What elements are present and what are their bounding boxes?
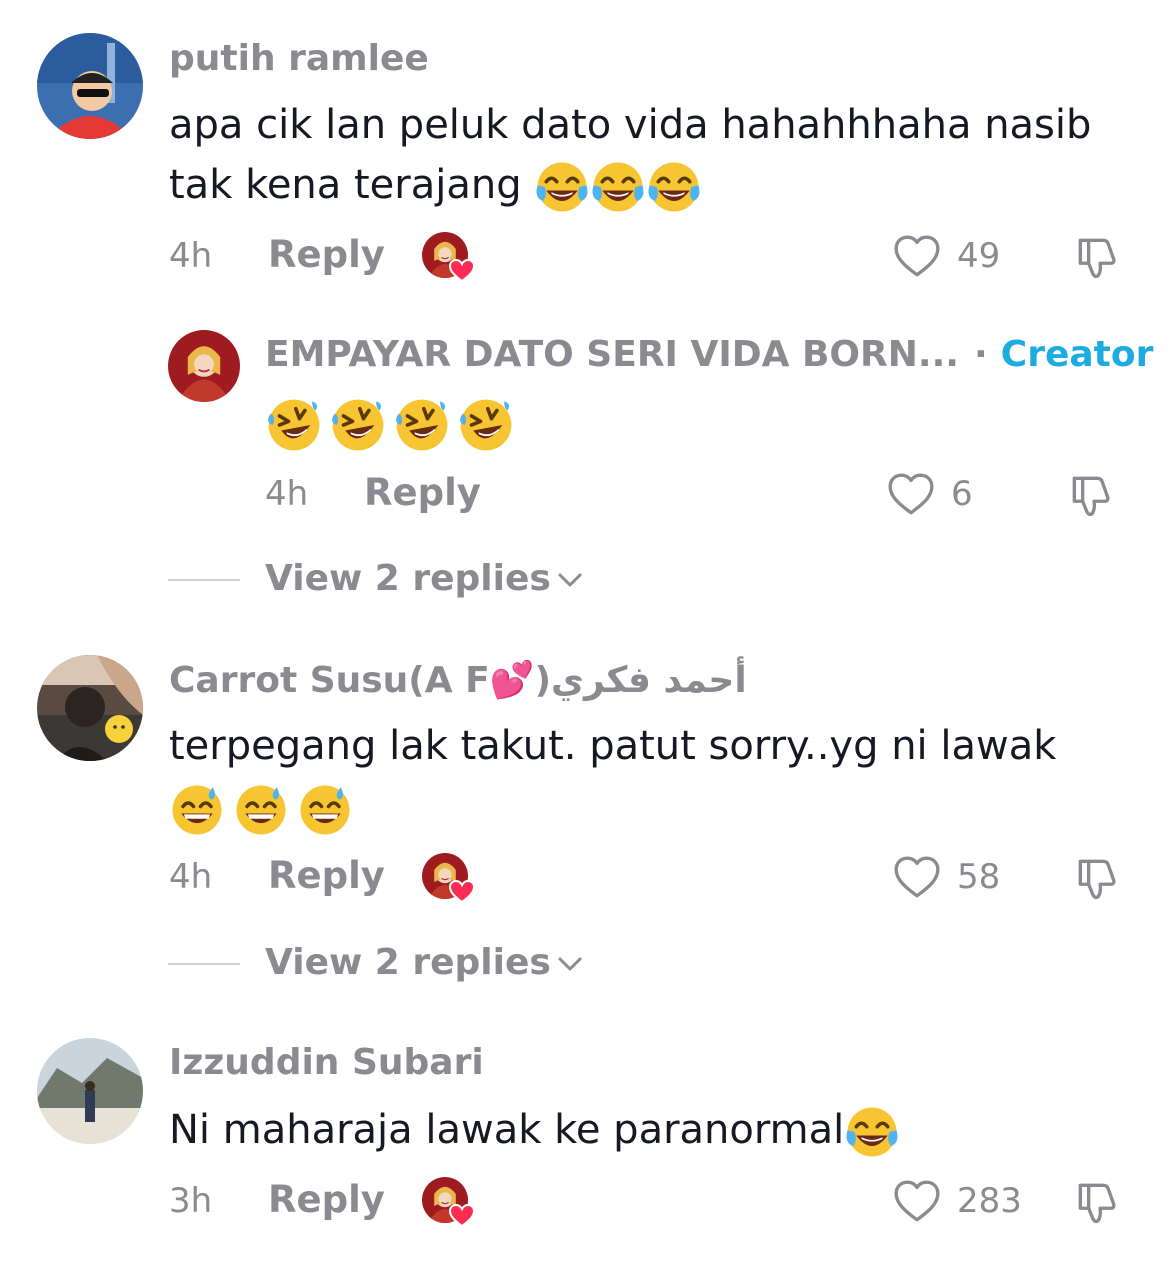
like-count: 58	[957, 857, 1001, 897]
divider-line	[168, 579, 240, 581]
creator-liked-icon	[421, 1176, 477, 1228]
dislike-icon[interactable]	[1072, 1177, 1122, 1227]
reply-button[interactable]: Reply	[268, 854, 385, 897]
like-count: 283	[957, 1181, 1022, 1221]
chevron-down-icon	[558, 957, 582, 971]
rolling-on-floor-laughing-icon	[329, 396, 387, 454]
comment-username[interactable]: Izzuddin Subari	[169, 1042, 484, 1083]
creator-liked-icon	[421, 231, 477, 283]
avatar[interactable]	[37, 655, 143, 761]
comment-username[interactable]: EMPAYAR DATO SERI VIDA BORN...	[265, 334, 959, 375]
comment-text-fragment: Ni maharaja lawak ke paranormal	[169, 1107, 845, 1153]
like-count: 6	[951, 474, 973, 514]
like-count: 49	[957, 236, 1001, 276]
reply-button[interactable]: Reply	[364, 471, 481, 514]
comment-time: 4h	[265, 474, 309, 514]
grinning-face-with-sweat-icon	[169, 782, 225, 838]
reply-header: EMPAYAR DATO SERI VIDA BORN... · Creator	[265, 334, 1153, 375]
avatar[interactable]	[37, 33, 143, 139]
rolling-on-floor-laughing-icon	[457, 396, 515, 454]
comment-text: apa cik lan peluk dato vida hahahhhaha n…	[169, 95, 1149, 215]
comment-text: Ni maharaja lawak ke paranormal	[169, 1100, 1149, 1160]
chevron-down-icon	[558, 573, 582, 587]
face-with-tears-of-joy-icon	[844, 1104, 900, 1160]
heart-icon[interactable]	[892, 232, 942, 282]
view-replies-button[interactable]: View 2 replies	[265, 558, 583, 599]
comment-text-emojis	[169, 778, 1149, 838]
avatar[interactable]	[37, 1038, 143, 1144]
reply-button[interactable]: Reply	[268, 1178, 385, 1221]
face-with-tears-of-joy-icon	[590, 159, 646, 215]
grinning-face-with-sweat-icon	[233, 782, 289, 838]
face-with-tears-of-joy-icon	[534, 159, 590, 215]
creator-badge: Creator	[1000, 334, 1154, 375]
comment-text-fragment: tak kena terajang	[169, 162, 522, 208]
divider-line	[168, 963, 240, 965]
reply-button[interactable]: Reply	[268, 233, 385, 276]
view-replies-label: View 2 replies	[265, 942, 551, 983]
comment-username[interactable]: putih ramlee	[169, 38, 429, 79]
comment-text-line: terpegang lak takut. patut sorry..yg ni …	[169, 723, 1057, 769]
rolling-on-floor-laughing-icon	[265, 396, 323, 454]
comment-time: 4h	[169, 857, 213, 897]
comment-text-line: apa cik lan peluk dato vida hahahhhaha n…	[169, 102, 1092, 148]
comment-text: terpegang lak takut. patut sorry..yg ni …	[169, 716, 1149, 838]
rolling-on-floor-laughing-icon	[393, 396, 451, 454]
comment-time: 4h	[169, 236, 213, 276]
comment-time: 3h	[169, 1181, 213, 1221]
view-replies-button[interactable]: View 2 replies	[265, 942, 583, 983]
comment-username[interactable]: Carrot Susu(A F💕)أحمد فكري	[169, 659, 747, 701]
heart-icon[interactable]	[886, 470, 936, 520]
face-with-tears-of-joy-icon	[646, 159, 702, 215]
avatar[interactable]	[168, 330, 240, 402]
dislike-icon[interactable]	[1072, 232, 1122, 282]
view-replies-label: View 2 replies	[265, 558, 551, 599]
grinning-face-with-sweat-icon	[297, 782, 353, 838]
creator-liked-icon	[421, 852, 477, 904]
comment-text	[265, 396, 515, 454]
heart-icon[interactable]	[892, 853, 942, 903]
badge-separator: ·	[974, 334, 988, 375]
dislike-icon[interactable]	[1072, 853, 1122, 903]
heart-icon[interactable]	[892, 1177, 942, 1227]
comment-text-line-2: tak kena terajang	[169, 155, 1149, 215]
dislike-icon[interactable]	[1066, 470, 1116, 520]
